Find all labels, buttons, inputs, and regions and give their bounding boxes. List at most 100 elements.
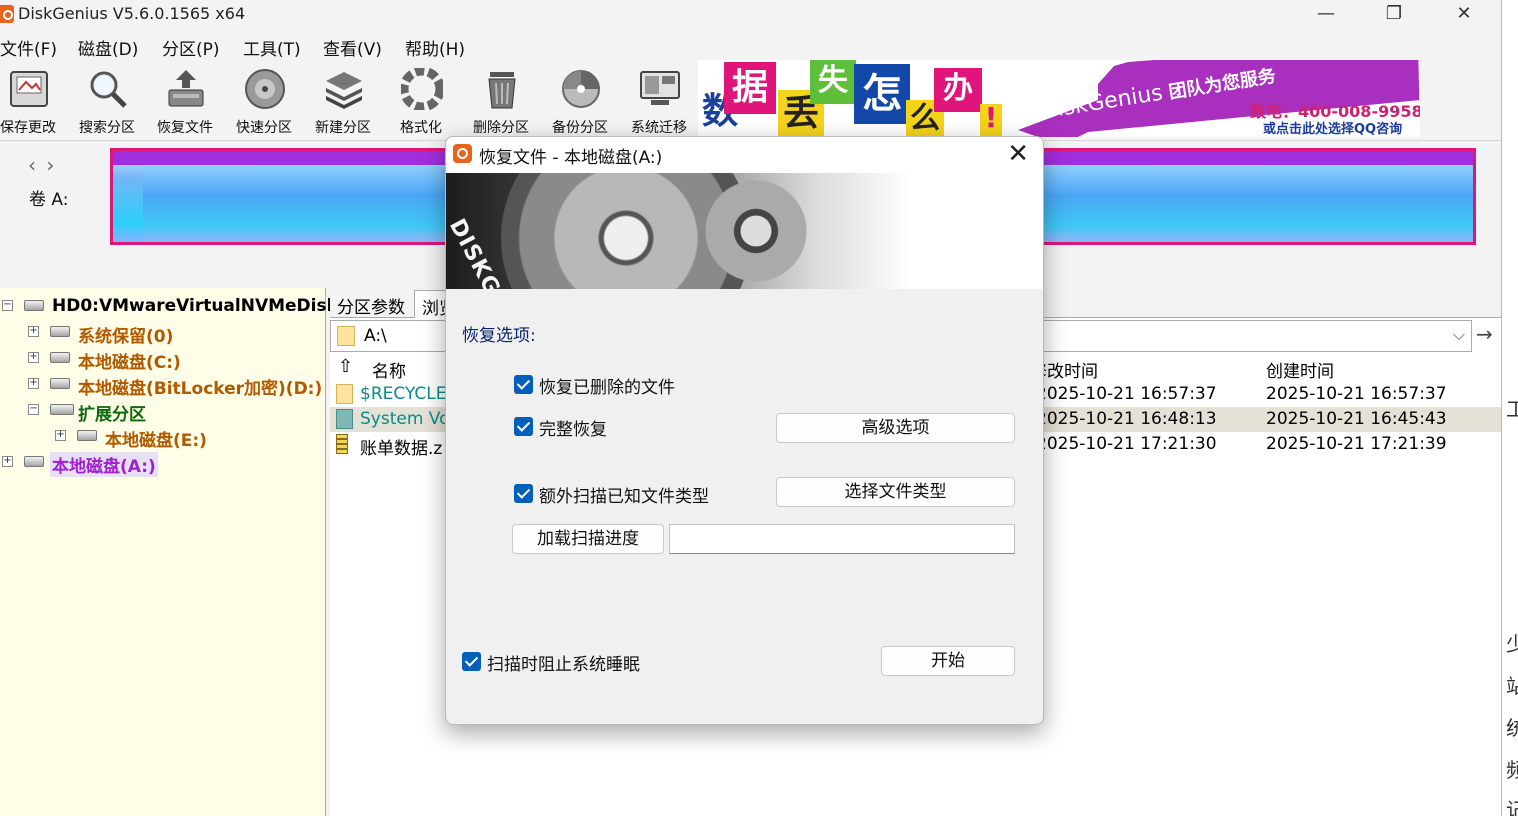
- toolbar-label: 新建分区: [315, 120, 371, 136]
- dialog-close-button[interactable]: ✕: [1007, 139, 1029, 169]
- menu-bar: 文件(F) 磁盘(D) 分区(P) 工具(T) 查看(V) 帮助(H): [0, 32, 1501, 60]
- menu-file[interactable]: 文件(F): [0, 35, 57, 60]
- extra-scan-label[interactable]: 额外扫描已知文件类型: [539, 482, 709, 507]
- banner-char: 办: [934, 68, 982, 112]
- zip-file-icon: [336, 434, 348, 454]
- partition-icon: [50, 326, 70, 337]
- select-file-types-button[interactable]: 选择文件类型: [776, 477, 1015, 507]
- banner-char: !: [980, 104, 1002, 137]
- magnifier-icon: [90, 71, 127, 108]
- expand-icon[interactable]: +: [55, 430, 66, 441]
- volume-label: 卷 A:: [29, 190, 69, 210]
- tree-node-label: HD0:VMwareVirtualNVMeDisk: [52, 296, 338, 316]
- toolbar-label: 系统迁移: [631, 120, 687, 136]
- file-modified: 2025-10-21 17:21:30: [1036, 434, 1217, 454]
- menu-disk[interactable]: 磁盘(D): [78, 35, 138, 60]
- tab-partition-params[interactable]: 分区参数: [330, 290, 412, 318]
- full-recovery-label[interactable]: 完整恢复: [539, 415, 607, 440]
- background-window-edge: 工 少 站 统 频 记: [1502, 0, 1518, 816]
- path-input[interactable]: A:\: [364, 326, 387, 346]
- disk-nav-arrows[interactable]: ‹ ›: [28, 153, 56, 177]
- recover-deleted-label[interactable]: 恢复已删除的文件: [539, 373, 675, 398]
- restore-files-button[interactable]: 恢复文件: [147, 60, 223, 140]
- extended-partition-icon: [50, 404, 74, 415]
- expand-icon[interactable]: +: [28, 352, 39, 363]
- minimize-button[interactable]: —: [1292, 0, 1360, 30]
- start-button[interactable]: 开始: [881, 646, 1015, 676]
- backup-icon: [562, 70, 600, 108]
- backup-partition-button[interactable]: 备份分区: [542, 60, 618, 140]
- file-name: System Vo: [360, 409, 450, 429]
- file-created: 2025-10-21 16:45:43: [1266, 409, 1447, 429]
- advanced-options-button[interactable]: 高级选项: [776, 413, 1015, 443]
- trash-icon: [488, 72, 516, 109]
- extra-scan-checkbox[interactable]: [514, 484, 533, 503]
- expand-icon[interactable]: +: [28, 326, 39, 337]
- format-icon: [401, 68, 443, 110]
- prevent-sleep-label[interactable]: 扫描时阻止系统睡眠: [487, 650, 640, 675]
- up-arrow-icon[interactable]: ⇧: [338, 356, 353, 377]
- new-partition-button[interactable]: 新建分区: [305, 60, 381, 140]
- quick-partition-button[interactable]: 快速分区: [226, 60, 302, 140]
- migrate-icon: [640, 71, 680, 105]
- partition-icon: [77, 430, 97, 441]
- banner-char: 怎: [854, 64, 910, 124]
- restore-button[interactable]: ❐: [1360, 0, 1428, 30]
- save-changes-button[interactable]: 保存更改: [0, 60, 66, 140]
- title-bar: DiskGenius V5.6.0.1565 x64 — ❐ ✕: [0, 0, 1501, 30]
- chevron-down-icon[interactable]: ⌵: [1453, 325, 1465, 345]
- toolbar-label: 快速分区: [236, 120, 292, 136]
- column-created[interactable]: 创建时间: [1266, 357, 1334, 382]
- recover-deleted-checkbox[interactable]: [514, 375, 533, 394]
- expand-icon[interactable]: +: [28, 378, 39, 389]
- edge-text: 统: [1506, 716, 1518, 740]
- menu-partition[interactable]: 分区(P): [162, 35, 220, 60]
- toolbar-label: 格式化: [400, 120, 442, 136]
- load-scan-progress-button[interactable]: 加载扫描进度: [512, 524, 664, 554]
- close-window-button[interactable]: ✕: [1430, 0, 1498, 30]
- tree-node-label: 本地磁盘(A:): [50, 452, 158, 477]
- toolbar-label: 备份分区: [552, 120, 608, 136]
- partition-icon: [50, 378, 70, 389]
- system-folder-icon: [336, 409, 353, 429]
- dialog-banner-image: DISKGENIUS: [446, 173, 1043, 289]
- delete-partition-button[interactable]: 删除分区: [463, 60, 539, 140]
- ad-banner[interactable]: 数 据 丢 失 怎 么 办 ! DiskGenius 团队为您服务 致电：400…: [698, 60, 1420, 137]
- edge-text: 站: [1506, 674, 1518, 698]
- edge-text: 记: [1506, 798, 1518, 816]
- expand-icon[interactable]: +: [2, 456, 13, 467]
- dialog-title: 恢复文件 - 本地磁盘(A:): [479, 148, 663, 168]
- disc-icon: [245, 69, 285, 109]
- collapse-icon[interactable]: −: [2, 300, 13, 311]
- partition-icon: [24, 456, 44, 467]
- file-name: $RECYCLE: [360, 384, 447, 404]
- edge-text: 工: [1506, 397, 1518, 421]
- app-logo-icon: [453, 144, 472, 163]
- folder-icon: [337, 326, 355, 346]
- scan-progress-path-input[interactable]: [669, 524, 1015, 554]
- file-modified: 2025-10-21 16:57:37: [1036, 384, 1217, 404]
- window-title: DiskGenius V5.6.0.1565 x64: [18, 4, 246, 23]
- prevent-sleep-checkbox[interactable]: [462, 652, 481, 671]
- toolbar-label: 保存更改: [0, 120, 56, 136]
- partition-icon: [50, 352, 70, 363]
- full-recovery-checkbox[interactable]: [514, 417, 533, 436]
- tree-node-label: 扩展分区: [78, 405, 146, 425]
- system-migrate-button[interactable]: 系统迁移: [621, 60, 697, 140]
- file-modified: 2025-10-21 16:48:13: [1036, 409, 1217, 429]
- toolbar-label: 搜索分区: [79, 120, 135, 136]
- recovery-options-label: 恢复选项:: [462, 326, 536, 346]
- toolbar: 保存更改 搜索分区 恢复文件 快速分区 新建分区 格式化 删除分区 备份分区 系…: [0, 60, 698, 140]
- collapse-icon[interactable]: −: [28, 404, 39, 415]
- tree-node-label: 本地磁盘(E:): [105, 431, 207, 451]
- hard-disk-motor-icon: [696, 173, 816, 289]
- menu-view[interactable]: 查看(V): [323, 35, 382, 60]
- menu-help[interactable]: 帮助(H): [405, 35, 465, 60]
- menu-tools[interactable]: 工具(T): [243, 35, 301, 60]
- edge-text: 少: [1506, 632, 1518, 656]
- go-arrow-button[interactable]: →: [1476, 322, 1493, 346]
- search-partition-button[interactable]: 搜索分区: [69, 60, 145, 140]
- banner-qq-link[interactable]: 或点击此处选择QQ咨询: [1263, 118, 1402, 137]
- format-button[interactable]: 格式化: [383, 60, 459, 140]
- column-name[interactable]: 名称: [372, 357, 406, 382]
